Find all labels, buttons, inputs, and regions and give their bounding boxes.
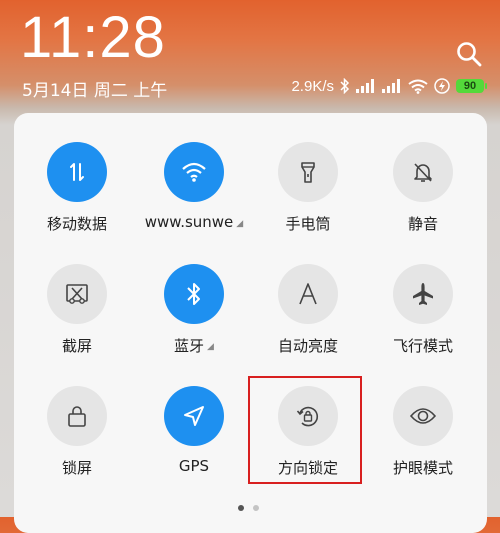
tile-circle[interactable] (47, 386, 107, 446)
tile-label: www.sunwe ◢ (144, 213, 244, 231)
network-speed: 2.9K/s (291, 77, 334, 95)
tile-gps[interactable]: GPS (136, 386, 252, 496)
flashlight-icon (301, 162, 315, 183)
charging-icon (434, 78, 450, 94)
tile-circle[interactable] (164, 264, 224, 324)
tile-label: 移动数据 (46, 215, 107, 233)
tile-label: 飞行模式 (392, 337, 453, 355)
tile-wifi[interactable]: www.sunwe ◢ (136, 142, 252, 252)
date-text: 5月14日 周二 上午 (22, 81, 168, 101)
tile-circle[interactable] (393, 386, 453, 446)
tile-bluetooth[interactable]: 蓝牙 ◢ (136, 264, 252, 374)
tile-label: 锁屏 (61, 459, 92, 477)
signal-icon (382, 79, 400, 93)
mobile-data-icon (70, 163, 84, 181)
tile-circle[interactable] (164, 142, 224, 202)
screenshot-icon (66, 284, 88, 304)
tile-circle[interactable] (278, 264, 338, 324)
status-icons: 2.9K/s 90 (291, 75, 487, 97)
tile-flashlight[interactable]: 手电筒 (250, 142, 366, 252)
tile-label: 护眼模式 (392, 459, 453, 477)
tile-label: 截屏 (61, 337, 92, 355)
tile-airplane-mode[interactable]: 飞行模式 (365, 264, 481, 374)
tile-label: 蓝牙 ◢ (174, 337, 214, 355)
highlight-box (248, 376, 362, 484)
page-indicator (238, 505, 259, 511)
tile-label: 手电筒 (285, 215, 331, 233)
tile-circle[interactable] (164, 386, 224, 446)
tile-circle[interactable] (47, 264, 107, 324)
tile-label: 静音 (407, 215, 438, 233)
tile-label: GPS (178, 457, 210, 475)
wifi-icon (182, 162, 206, 182)
tile-eye-comfort[interactable]: 护眼模式 (365, 386, 481, 496)
tile-mute[interactable]: 静音 (365, 142, 481, 252)
tile-circle[interactable] (393, 264, 453, 324)
tile-circle[interactable] (47, 142, 107, 202)
wifi-icon (408, 79, 428, 94)
auto-brightness-icon (299, 283, 317, 305)
tile-lock-screen[interactable]: 锁屏 (19, 386, 135, 496)
bell-off-icon (414, 163, 432, 182)
signal-icon (356, 79, 374, 93)
bluetooth-icon (187, 283, 200, 305)
airplane-icon (413, 283, 433, 305)
menu-caret-icon[interactable]: ◢ (236, 219, 243, 229)
page-dot[interactable] (253, 505, 259, 511)
tile-circle[interactable] (278, 142, 338, 202)
lock-icon (68, 406, 86, 427)
tile-circle[interactable] (393, 142, 453, 202)
tile-screenshot[interactable]: 截屏 (19, 264, 135, 374)
clock-time[interactable]: 11:28 (20, 4, 166, 71)
page-dot-active[interactable] (238, 505, 244, 511)
bluetooth-icon (340, 78, 350, 94)
eye-icon (409, 408, 437, 424)
search-icon[interactable] (455, 40, 483, 68)
tile-auto-brightness[interactable]: 自动亮度 (250, 264, 366, 374)
menu-caret-icon[interactable]: ◢ (207, 342, 214, 352)
battery-icon: 90 (456, 79, 487, 93)
tile-mobile-data[interactable]: 移动数据 (19, 142, 135, 252)
gps-icon (184, 406, 204, 426)
tile-label: 自动亮度 (277, 337, 338, 355)
